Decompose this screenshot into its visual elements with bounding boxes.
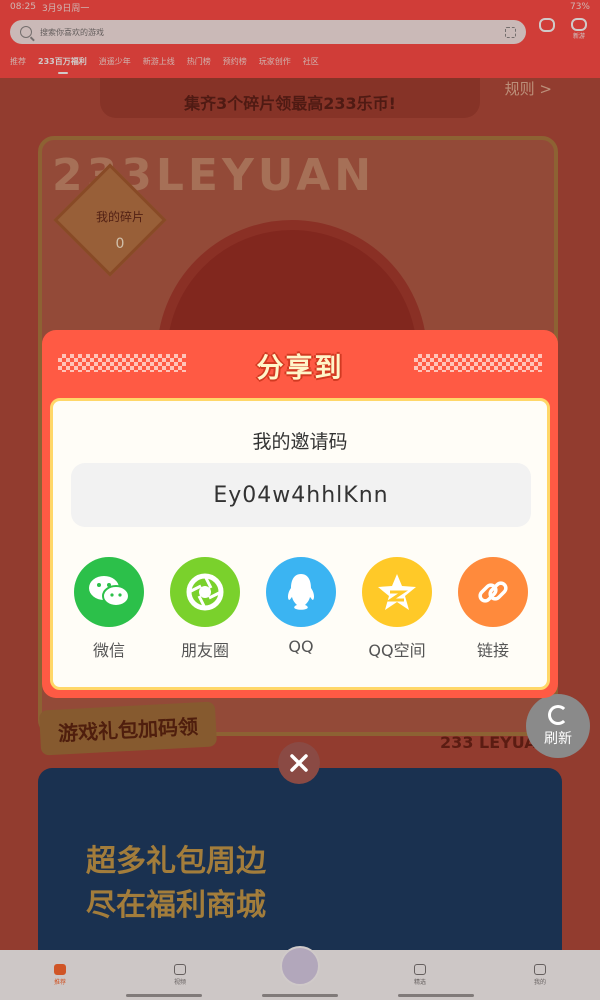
modal-header: 分享到 xyxy=(42,330,558,398)
invite-code-label: 我的邀请码 xyxy=(252,431,348,453)
share-options: 微信 朋友圈 QQ QQ空间 链接 xyxy=(61,557,541,661)
invite-code-box[interactable]: Ey04w4hhlKnn xyxy=(71,463,531,527)
modal-title: 分享到 xyxy=(256,353,344,384)
share-label: 链接 xyxy=(476,641,509,660)
share-label: QQ空间 xyxy=(368,641,426,660)
share-moments[interactable]: 朋友圈 xyxy=(157,557,253,661)
close-icon xyxy=(290,754,308,772)
close-button[interactable] xyxy=(278,742,320,784)
wechat-icon xyxy=(74,557,144,627)
modal-body: 我的邀请码 Ey04w4hhlKnn 微信 朋友圈 QQ QQ空间 链接 xyxy=(50,398,550,690)
share-link[interactable]: 链接 xyxy=(445,557,541,661)
link-icon xyxy=(458,557,528,627)
refresh-icon xyxy=(548,704,568,725)
refresh-label: 刷新 xyxy=(544,730,572,747)
share-qzone[interactable]: QQ空间 xyxy=(349,557,445,661)
moments-icon xyxy=(170,557,240,627)
refresh-button[interactable]: 刷新 xyxy=(526,694,590,758)
share-label: 朋友圈 xyxy=(180,641,229,660)
share-label: 微信 xyxy=(92,641,125,660)
share-label: QQ xyxy=(288,637,314,656)
share-wechat[interactable]: 微信 xyxy=(61,557,157,661)
qq-icon xyxy=(266,557,336,627)
qzone-icon xyxy=(362,557,432,627)
share-modal: 分享到 我的邀请码 Ey04w4hhlKnn 微信 朋友圈 QQ QQ空间 链接 xyxy=(42,330,558,698)
share-qq[interactable]: QQ xyxy=(253,557,349,661)
